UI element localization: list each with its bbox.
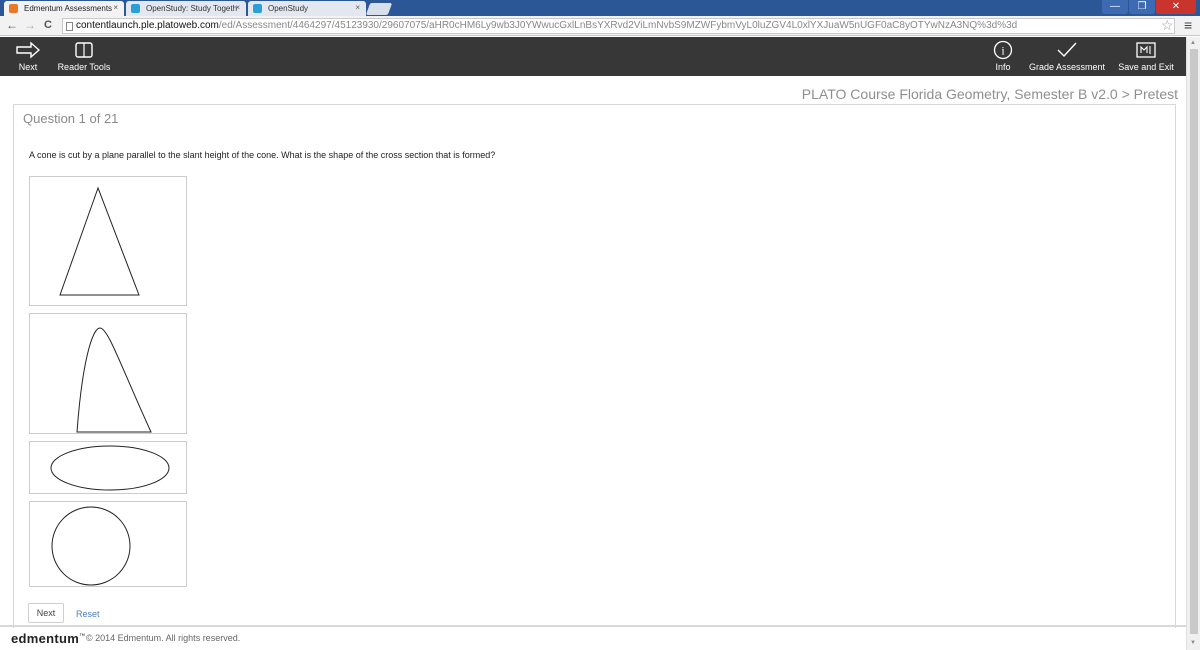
browser-tab-edmentum[interactable]: Edmentum Assessments × [4, 1, 124, 16]
info-button[interactable]: i Info [988, 37, 1018, 76]
question-text: A cone is cut by a plane parallel to the… [29, 150, 496, 160]
tab-label: Edmentum Assessments [24, 4, 113, 13]
tab-label: OpenStudy [268, 4, 309, 13]
tab-close-icon[interactable]: × [113, 3, 118, 12]
info-icon: i [993, 40, 1013, 60]
bookmark-star-icon[interactable]: ☆ [1161, 17, 1174, 34]
ellipse-shape [50, 445, 170, 491]
choice-option-a[interactable] [29, 176, 187, 306]
address-bar: ← → C contentlaunch.ple.platoweb.com/ed/… [0, 16, 1200, 36]
save-and-exit-label: Save and Exit [1118, 62, 1174, 72]
toolbar-next-button[interactable]: Next [8, 37, 48, 76]
tab-label: OpenStudy: Study Togeth [146, 4, 238, 13]
brand-name: edmentum [11, 631, 80, 646]
tab-close-icon[interactable]: × [235, 3, 240, 12]
browser-tab-strip: Edmentum Assessments × OpenStudy: Study … [0, 0, 1200, 16]
question-number: Question 1 of 21 [23, 111, 119, 126]
reader-tools-button[interactable]: Reader Tools [56, 37, 112, 76]
circle-shape [51, 506, 131, 586]
maximize-button[interactable]: ❐ [1129, 0, 1155, 14]
forward-arrow-icon[interactable]: → [24, 18, 36, 32]
scroll-up-icon[interactable]: ▲ [1190, 40, 1196, 46]
footer-divider [0, 625, 1186, 627]
toolbar-next-label: Next [18, 62, 38, 72]
tab-close-icon[interactable]: × [355, 3, 360, 12]
scrollbar-thumb[interactable] [1190, 49, 1198, 634]
url-host: contentlaunch.ple.platoweb.com [76, 20, 219, 31]
minimize-button[interactable]: — [1102, 0, 1128, 14]
close-window-button[interactable]: ✕ [1156, 0, 1196, 14]
new-tab-button[interactable] [365, 3, 393, 15]
url-path: /ed/Assessment/4464297/45123930/29607075… [218, 20, 1018, 31]
save-and-exit-button[interactable]: Save and Exit [1116, 37, 1176, 76]
copyright-text: © 2014 Edmentum. All rights reserved. [86, 633, 241, 643]
brand-trademark: ™ [79, 633, 86, 640]
choice-option-b[interactable] [29, 313, 187, 434]
openstudy-favicon-icon [253, 4, 262, 13]
url-input[interactable]: contentlaunch.ple.platoweb.com/ed/Assess… [62, 18, 1175, 34]
info-label: Info [995, 62, 1011, 72]
next-button[interactable]: Next [28, 603, 64, 623]
vertical-scrollbar[interactable]: ▲ ▼ [1186, 37, 1200, 650]
course-breadcrumb: PLATO Course Florida Geometry, Semester … [801, 86, 1178, 102]
checkmark-icon [1057, 42, 1077, 58]
edmentum-logo: edmentum™ [11, 631, 85, 646]
choice-option-d[interactable] [29, 501, 187, 587]
grade-assessment-label: Grade Assessment [1028, 62, 1106, 72]
edmentum-favicon-icon [9, 4, 18, 13]
arrow-right-icon [16, 41, 40, 59]
reload-icon[interactable]: C [44, 19, 52, 31]
info-glyph: i [1001, 44, 1005, 58]
save-exit-icon [1136, 42, 1156, 58]
browser-tab-openstudy-1[interactable]: OpenStudy: Study Togeth × [126, 1, 246, 16]
browser-tab-openstudy-2[interactable]: OpenStudy × [248, 1, 366, 16]
browser-menu-icon[interactable]: ≡ [1184, 17, 1192, 33]
parabola-shape [76, 327, 152, 433]
choice-option-c[interactable] [29, 441, 187, 494]
back-arrow-icon[interactable]: ← [6, 18, 18, 32]
grade-assessment-button[interactable]: Grade Assessment [1028, 37, 1106, 76]
reset-link[interactable]: Reset [76, 609, 100, 619]
triangle-shape [59, 186, 140, 296]
reader-tools-label: Reader Tools [57, 62, 111, 72]
scroll-down-icon[interactable]: ▼ [1190, 640, 1196, 646]
openstudy-favicon-icon [131, 4, 140, 13]
assessment-toolbar: Next Reader Tools i Info Grade Assessmen… [0, 37, 1186, 76]
book-icon [75, 42, 93, 58]
page-icon [66, 22, 73, 31]
